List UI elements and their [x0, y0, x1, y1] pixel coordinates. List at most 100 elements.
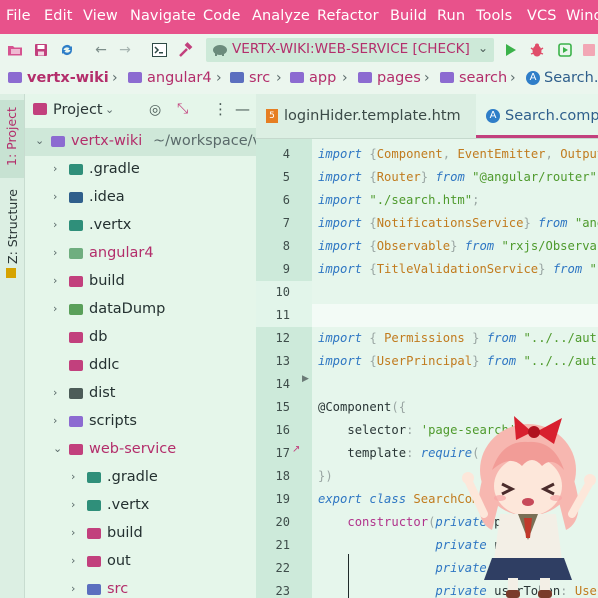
chevron-right-icon[interactable]: ›: [53, 218, 57, 231]
breadcrumb-item-search[interactable]: search: [440, 70, 507, 86]
hide-panel-icon[interactable]: —: [235, 100, 250, 118]
tree-row[interactable]: ddlc: [25, 352, 256, 380]
back-arrow-icon[interactable]: ←: [92, 41, 110, 59]
menu-run[interactable]: Run: [437, 8, 465, 24]
target-locate-icon[interactable]: ◎: [149, 102, 161, 118]
tree-row[interactable]: › dist: [25, 380, 256, 408]
chevron-right-icon[interactable]: ›: [71, 498, 75, 511]
menu-vcs[interactable]: VCS: [527, 8, 557, 24]
chevron-right-icon[interactable]: ›: [53, 190, 57, 203]
menu-file[interactable]: File: [6, 8, 31, 24]
chevron-right-icon[interactable]: ›: [53, 274, 57, 287]
menu-tools[interactable]: Tools: [476, 8, 512, 24]
gradle-elephant-icon: [212, 42, 228, 60]
structure-tool-tab[interactable]: Z: Structure: [0, 189, 24, 278]
line-number: 19: [275, 492, 290, 506]
menu-code[interactable]: Code: [203, 8, 241, 24]
line-number: 17: [275, 446, 290, 460]
code-line[interactable]: import {Observable} from "rxjs/Observabl: [318, 239, 598, 253]
tree-row[interactable]: › dataDump: [25, 296, 256, 324]
menu-analyze[interactable]: Analyze: [252, 8, 310, 24]
tree-item-label: angular4: [89, 245, 154, 261]
chevron-right-icon[interactable]: ›: [53, 414, 57, 427]
chevron-right-icon[interactable]: ›: [71, 554, 75, 567]
code-line[interactable]: }): [318, 469, 333, 483]
breadcrumb-item-src[interactable]: src: [230, 70, 270, 86]
code-line[interactable]: @Component({: [318, 400, 406, 414]
menu-refactor[interactable]: Refactor: [317, 8, 379, 24]
terminal-icon[interactable]: [150, 41, 168, 59]
tree-row[interactable]: ⌄ web-service: [25, 436, 256, 464]
tree-item-label: db: [89, 329, 108, 345]
breadcrumb-item-pages[interactable]: pages: [358, 70, 421, 86]
chevron-down-icon[interactable]: ⌄: [478, 41, 488, 55]
run-configuration-selector[interactable]: VERTX-WIKI:WEB-SERVICE [CHECK] ⌄: [206, 38, 494, 62]
menu-edit[interactable]: Edit: [44, 8, 72, 24]
fold-marker-icon[interactable]: ▶: [302, 374, 309, 384]
tab-login-hider-template[interactable]: 5 loginHider.template.htm: [256, 94, 476, 138]
collapse-all-icon[interactable]: ⤡: [177, 101, 188, 117]
tree-item-label: out: [107, 553, 131, 569]
tree-row[interactable]: › build: [25, 520, 256, 548]
code-line[interactable]: import {NotificationsService} from "angu: [318, 216, 598, 230]
tree-row[interactable]: › angular4: [25, 240, 256, 268]
project-tool-tab[interactable]: 1: Project: [0, 100, 24, 178]
code-line[interactable]: import {Component, EventEmitter, Output}: [318, 147, 598, 161]
tab-search-component[interactable]: A Search.compo: [476, 94, 598, 138]
breadcrumb-item-app[interactable]: app: [290, 70, 336, 86]
line-number: 14: [275, 377, 290, 391]
project-view-title[interactable]: Project: [53, 102, 103, 118]
chevron-down-icon[interactable]: ⌄: [35, 134, 44, 147]
angular-icon: A: [486, 109, 500, 123]
tree-row[interactable]: › .vertx: [25, 492, 256, 520]
stop-icon[interactable]: [580, 41, 598, 59]
chevron-right-icon[interactable]: ›: [71, 470, 75, 483]
open-folder-icon[interactable]: [6, 41, 24, 59]
build-hammer-icon[interactable]: [176, 41, 194, 59]
coverage-icon[interactable]: [556, 41, 574, 59]
chevron-down-icon[interactable]: ⌄: [105, 103, 114, 116]
tree-row[interactable]: › scripts: [25, 408, 256, 436]
breadcrumb-item-search-component[interactable]: ASearch.co: [526, 70, 598, 86]
navigate-marker-icon[interactable]: ↗: [292, 444, 300, 455]
more-options-icon[interactable]: ⋮: [213, 100, 228, 118]
chevron-right-icon[interactable]: ›: [53, 386, 57, 399]
chevron-right-icon[interactable]: ›: [53, 302, 57, 315]
menu-view[interactable]: View: [83, 8, 118, 24]
tree-row[interactable]: ⌄ vertx-wiki ~/workspace/ver: [25, 128, 256, 156]
debug-icon[interactable]: [528, 41, 546, 59]
code-line[interactable]: import {UserPrincipal} from "../../auth/: [318, 354, 598, 368]
chevron-right-icon[interactable]: ›: [71, 582, 75, 595]
code-line[interactable]: import "./search.htm";: [318, 193, 479, 207]
tree-row[interactable]: › src: [25, 576, 256, 598]
menu-window[interactable]: Wind: [566, 8, 598, 24]
menu-navigate[interactable]: Navigate: [130, 8, 196, 24]
save-icon[interactable]: [32, 41, 50, 59]
tree-item-label: src: [107, 581, 129, 597]
line-number: 11: [275, 308, 290, 322]
chevron-right-icon[interactable]: ›: [53, 162, 57, 175]
chevron-down-icon[interactable]: ⌄: [53, 442, 62, 455]
sync-icon[interactable]: [58, 41, 76, 59]
menu-build[interactable]: Build: [390, 8, 427, 24]
breadcrumb-item-project[interactable]: vertx-wiki: [8, 70, 109, 86]
chevron-right-icon[interactable]: ›: [53, 246, 57, 259]
tree-row[interactable]: › .gradle: [25, 464, 256, 492]
folder-icon: [51, 136, 65, 147]
tree-row[interactable]: › out: [25, 548, 256, 576]
tree-row[interactable]: › .idea: [25, 184, 256, 212]
breadcrumb-item-angular4[interactable]: angular4: [128, 70, 212, 86]
tree-row[interactable]: › .gradle: [25, 156, 256, 184]
tree-row[interactable]: › .vertx: [25, 212, 256, 240]
tree-row[interactable]: › build: [25, 268, 256, 296]
tree-item-path: ~/workspace/ver: [153, 133, 256, 149]
chevron-right-icon[interactable]: ›: [71, 526, 75, 539]
run-icon[interactable]: [502, 41, 520, 59]
tree-item-label: .gradle: [107, 469, 158, 485]
code-line[interactable]: import {Router} from "@angular/router";: [318, 170, 598, 184]
code-line[interactable]: import { Permissions } from "../../auth/: [318, 331, 598, 345]
folder-icon: [230, 71, 244, 83]
tree-row[interactable]: db: [25, 324, 256, 352]
forward-arrow-icon[interactable]: →: [116, 41, 134, 59]
code-line[interactable]: import {TitleValidationService} from "..: [318, 262, 598, 276]
